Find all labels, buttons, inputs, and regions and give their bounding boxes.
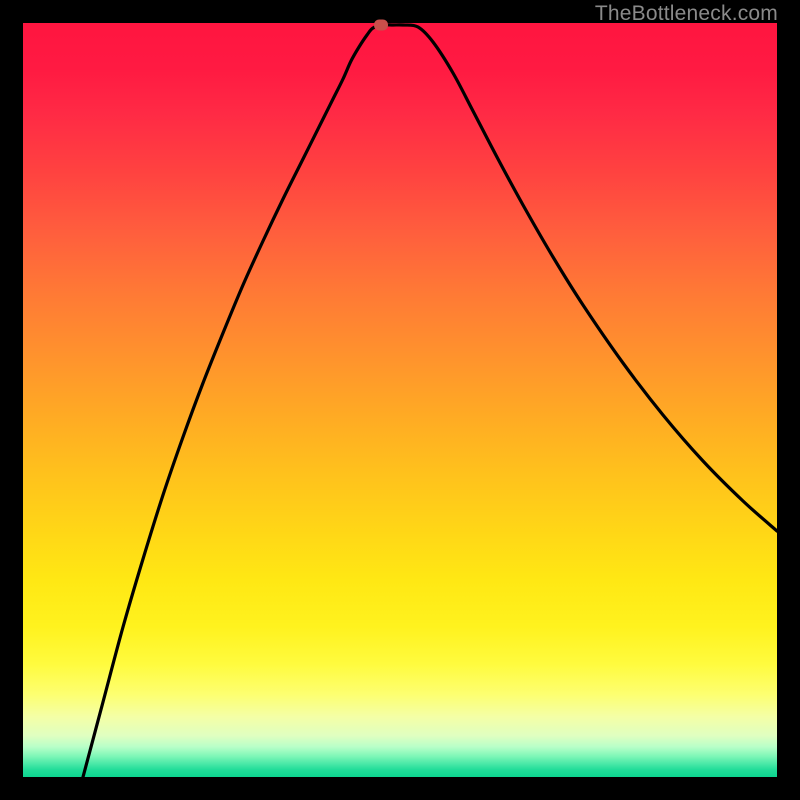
bottleneck-curve: [23, 23, 777, 777]
optimal-point-marker: [374, 20, 388, 31]
watermark-text: TheBottleneck.com: [595, 2, 778, 26]
chart-plot-area: [23, 23, 777, 777]
